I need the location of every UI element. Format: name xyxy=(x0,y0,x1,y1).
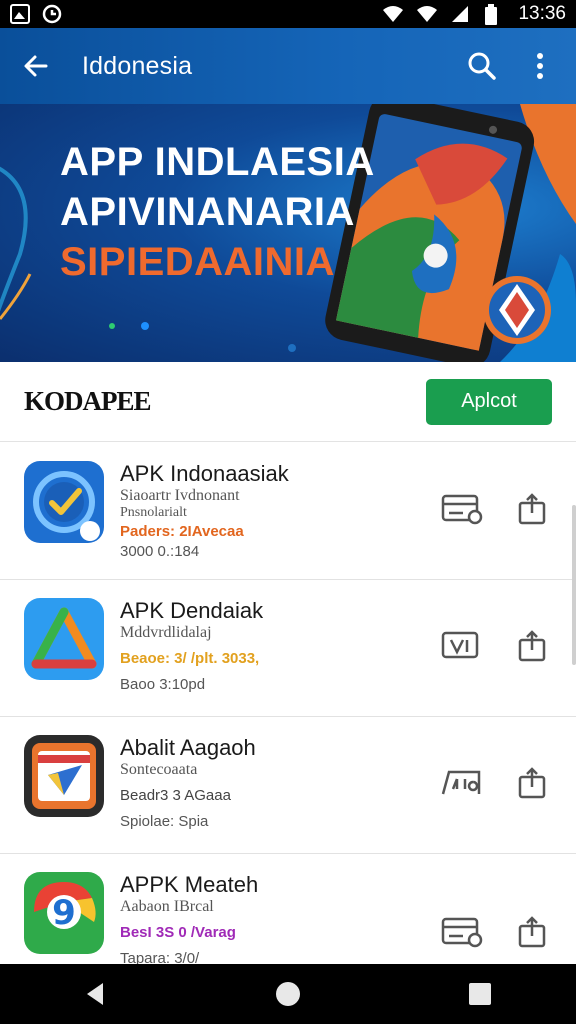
app-category: Pnsnolarialt xyxy=(120,505,187,520)
app-developer: Aabaon IBrcal xyxy=(120,898,214,915)
cell-signal-icon xyxy=(450,4,470,24)
battery-icon xyxy=(484,4,504,25)
back-button[interactable] xyxy=(16,46,56,86)
nine-app-icon: 9 xyxy=(24,872,104,954)
card-install-icon xyxy=(441,494,483,525)
circle-home-icon xyxy=(276,982,300,1006)
app-size: Baoo 3:10pd xyxy=(120,676,206,693)
more-options-button[interactable] xyxy=(520,46,560,86)
app-name: APK Dendaiak xyxy=(120,598,264,623)
share-icon xyxy=(518,493,546,525)
install-button[interactable] xyxy=(440,765,484,801)
photo-notification-icon xyxy=(10,4,30,24)
app-meta: Beadr3 3 AGaaa xyxy=(120,787,231,804)
wifi-icon xyxy=(382,4,404,24)
apply-button[interactable]: Aplcot xyxy=(426,378,552,425)
list-item[interactable]: Abalit Aagaoh Sontecoaata Beadr3 3 AGaaa… xyxy=(0,717,576,854)
share-icon xyxy=(518,916,546,948)
share-button[interactable] xyxy=(510,491,554,527)
app-list: APK Indonaasiak Siaoartr Ivdnonant Pnsno… xyxy=(0,443,576,991)
promo-banner[interactable]: APP INDLAESIA APIVINANARIA SIPIEDAAINIA xyxy=(0,104,576,362)
share-button[interactable] xyxy=(510,765,554,801)
search-icon xyxy=(468,52,496,80)
shield-check-icon xyxy=(24,461,104,543)
app-meta: Paders: 2IAvecaa xyxy=(120,523,244,540)
nav-back-button[interactable] xyxy=(72,970,120,1018)
banner-headline-1: APP INDLAESIA xyxy=(60,140,375,184)
share-icon xyxy=(518,767,546,799)
system-nav-bar xyxy=(0,964,576,1024)
share-button[interactable] xyxy=(510,628,554,664)
app-developer: Mddvrdlidalaj xyxy=(120,624,212,641)
banner-headline-3: SIPIEDAAINIA xyxy=(60,240,335,284)
card-install-icon xyxy=(441,631,479,659)
app-meta: BesI 3S 0 /Varag xyxy=(120,924,236,941)
share-button[interactable] xyxy=(510,914,554,950)
signal-icon xyxy=(416,4,438,24)
scrollbar[interactable] xyxy=(572,505,576,665)
app-developer: Sontecoaata xyxy=(120,761,198,778)
triangle-app-icon xyxy=(24,598,104,680)
sync-notification-icon xyxy=(42,4,62,24)
install-button[interactable] xyxy=(440,628,484,664)
banner-headline-2: APIVINANARIA xyxy=(60,190,355,234)
triangle-back-icon xyxy=(87,983,103,1005)
nav-recents-button[interactable] xyxy=(456,970,504,1018)
map-app-icon xyxy=(24,735,104,817)
more-vert-icon xyxy=(537,53,543,79)
card-install-icon xyxy=(441,917,483,948)
list-item[interactable]: APK Indonaasiak Siaoartr Ivdnonant Pnsno… xyxy=(0,443,576,580)
svg-text:9: 9 xyxy=(52,893,76,933)
share-icon xyxy=(518,630,546,662)
nav-home-button[interactable] xyxy=(264,970,312,1018)
app-bar: Iddonesia xyxy=(0,28,576,104)
card-install-icon xyxy=(441,770,481,795)
section-title: KODAPEE xyxy=(24,386,152,416)
app-size: Spiolae: Spia xyxy=(120,813,209,830)
list-item[interactable]: APK Dendaiak Mddvrdlidalaj Beaoe: 3/ /pl… xyxy=(0,580,576,717)
app-meta: Beaoe: 3/ /plt. 3033, xyxy=(120,650,260,667)
app-name: APK Indonaasiak xyxy=(120,461,289,486)
app-name: Abalit Aagaoh xyxy=(120,735,256,760)
app-developer: Siaoartr Ivdnonant xyxy=(120,487,240,504)
install-button[interactable] xyxy=(440,914,484,950)
status-time: 13:36 xyxy=(518,3,566,24)
install-button[interactable] xyxy=(440,491,484,527)
app-name: APPK Meateh xyxy=(120,872,259,897)
status-bar: 13:36 xyxy=(0,0,576,28)
app-size: 3000 0.:184 xyxy=(120,543,200,560)
section-header: KODAPEE Aplcot xyxy=(0,362,576,442)
page-title: Iddonesia xyxy=(82,51,193,80)
search-button[interactable] xyxy=(462,46,502,86)
arrow-back-icon xyxy=(24,55,48,77)
square-recents-icon xyxy=(469,983,491,1005)
